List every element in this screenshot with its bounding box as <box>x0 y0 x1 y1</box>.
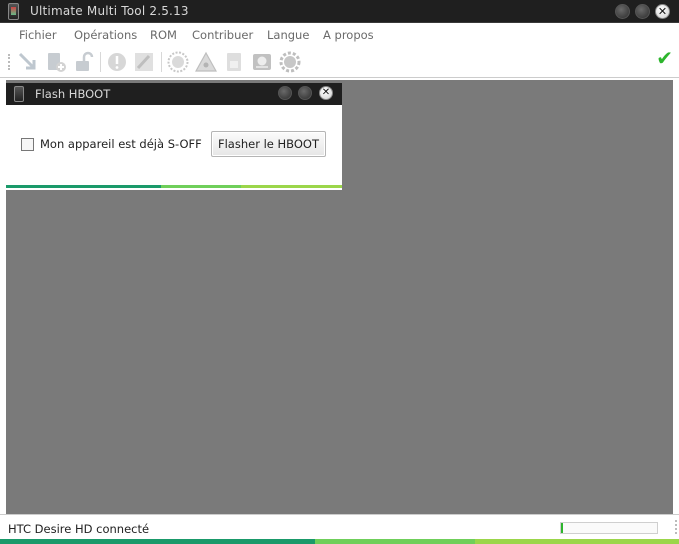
menu-bar: Fichier Opérations ROM Contribuer Langue… <box>0 24 679 46</box>
maximize-icon[interactable] <box>635 4 650 19</box>
dialog-title: Flash HBOOT <box>35 87 111 101</box>
close-icon[interactable]: ✕ <box>655 4 670 19</box>
menu-fichier[interactable]: Fichier <box>19 28 57 42</box>
menu-operations[interactable]: Opérations <box>74 28 137 42</box>
window-accent-stripe <box>0 539 679 544</box>
flash-hboot-button[interactable]: Flasher le HBOOT <box>211 131 326 157</box>
menu-langue[interactable]: Langue <box>267 28 309 42</box>
card-icon[interactable] <box>223 51 245 73</box>
progress-bar <box>560 522 658 534</box>
flash-hboot-title-bar[interactable]: Flash HBOOT ✕ <box>6 83 342 105</box>
toolbar-grip <box>8 54 11 70</box>
add-device-icon[interactable] <box>45 51 67 73</box>
unlock-icon[interactable] <box>73 51 95 73</box>
minimize-icon[interactable] <box>615 4 630 19</box>
minimize-icon[interactable] <box>278 86 292 100</box>
menu-contribuer[interactable]: Contribuer <box>192 28 253 42</box>
workspace-frame-right <box>673 80 679 514</box>
flash-hboot-window: Flash HBOOT ✕ Mon appareil est déjà S-OF… <box>6 83 342 190</box>
dialog-accent-stripe <box>6 185 342 188</box>
flash-arrow-icon[interactable] <box>17 51 39 73</box>
phone-app-icon <box>8 3 19 20</box>
hazard-icon[interactable] <box>195 51 217 73</box>
phone-window-icon <box>14 86 24 102</box>
skull-icon[interactable] <box>251 51 273 73</box>
connection-status: HTC Desire HD connecté <box>8 522 150 536</box>
maximize-icon[interactable] <box>298 86 312 100</box>
brush-icon[interactable] <box>133 51 155 73</box>
settings-gear-icon[interactable] <box>279 51 301 73</box>
menu-a-propos[interactable]: A propos <box>323 28 374 42</box>
warning-icon[interactable] <box>106 51 128 73</box>
toolbar-separator <box>100 52 101 72</box>
app-title-bar: Ultimate Multi Tool 2.5.13 ✕ <box>0 0 679 23</box>
s-off-checkbox[interactable] <box>21 138 34 151</box>
app-title: Ultimate Multi Tool 2.5.13 <box>30 4 189 18</box>
s-off-checkbox-label[interactable]: Mon appareil est déjà S-OFF <box>40 137 202 151</box>
close-icon[interactable]: ✕ <box>319 86 333 100</box>
progress-fill <box>561 523 563 533</box>
toolbar: ✔ <box>0 46 679 78</box>
resize-grip[interactable] <box>669 520 677 534</box>
toolbar-separator <box>161 52 162 72</box>
stamp-icon[interactable] <box>167 51 189 73</box>
checkmark-icon: ✔ <box>656 46 673 70</box>
menu-rom[interactable]: ROM <box>150 28 177 42</box>
